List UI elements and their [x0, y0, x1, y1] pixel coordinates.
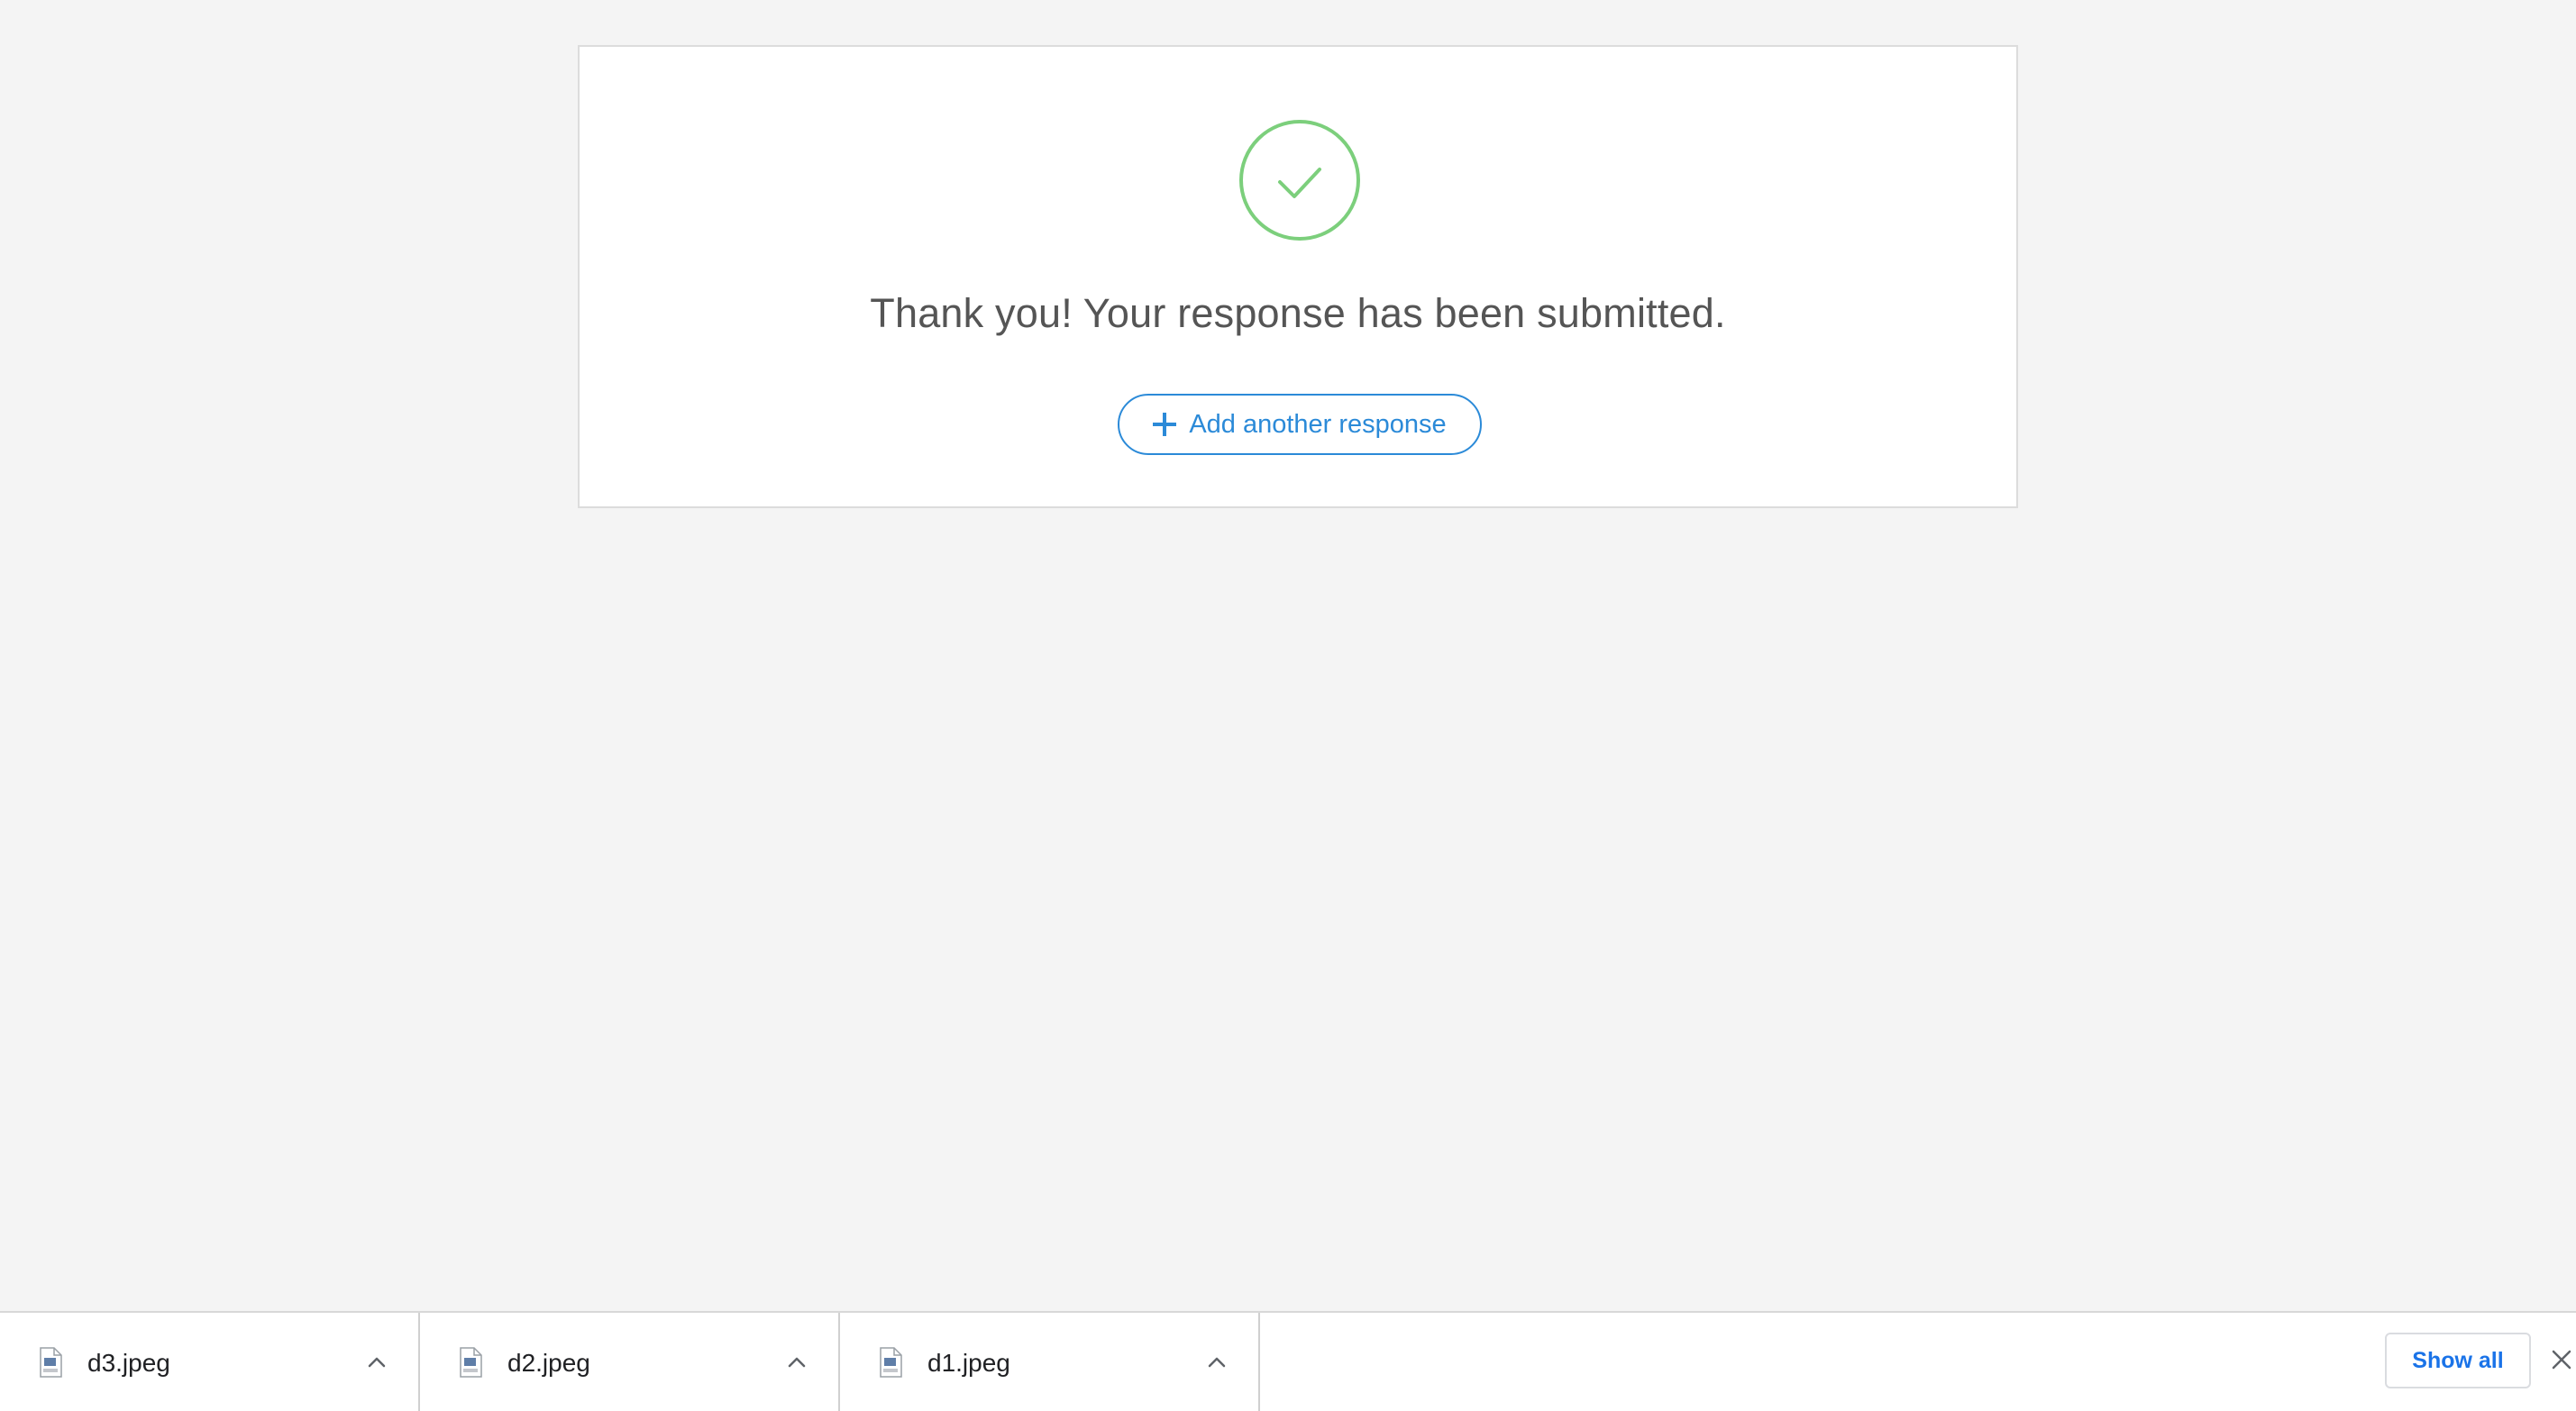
jpeg-file-icon — [460, 1347, 482, 1378]
downloads-bar: d3.jpeg d2.jpeg d1.jpeg Show all — [0, 1311, 2576, 1411]
download-item[interactable]: d3.jpeg — [0, 1313, 420, 1411]
success-check-icon — [1239, 120, 1360, 241]
chevron-up-icon[interactable] — [364, 1350, 389, 1375]
jpeg-file-icon — [40, 1347, 62, 1378]
chevron-up-icon[interactable] — [1204, 1350, 1229, 1375]
download-item[interactable]: d1.jpeg — [840, 1313, 1260, 1411]
add-another-response-label: Add another response — [1189, 409, 1447, 439]
confirmation-card: Thank you! Your response has been submit… — [578, 45, 2018, 508]
show-all-button[interactable]: Show all — [2385, 1333, 2531, 1388]
plus-icon — [1153, 413, 1177, 436]
close-icon[interactable] — [2549, 1347, 2574, 1372]
download-file-name: d1.jpeg — [927, 1349, 1010, 1377]
chevron-up-icon[interactable] — [784, 1350, 809, 1375]
download-file-name: d3.jpeg — [87, 1349, 170, 1377]
download-item[interactable]: d2.jpeg — [420, 1313, 840, 1411]
confirmation-message: Thank you! Your response has been submit… — [870, 290, 1726, 336]
jpeg-file-icon — [880, 1347, 902, 1378]
add-another-response-button[interactable]: Add another response — [1118, 394, 1482, 455]
page-content: Thank you! Your response has been submit… — [0, 0, 2576, 1311]
download-file-name: d2.jpeg — [507, 1349, 590, 1377]
